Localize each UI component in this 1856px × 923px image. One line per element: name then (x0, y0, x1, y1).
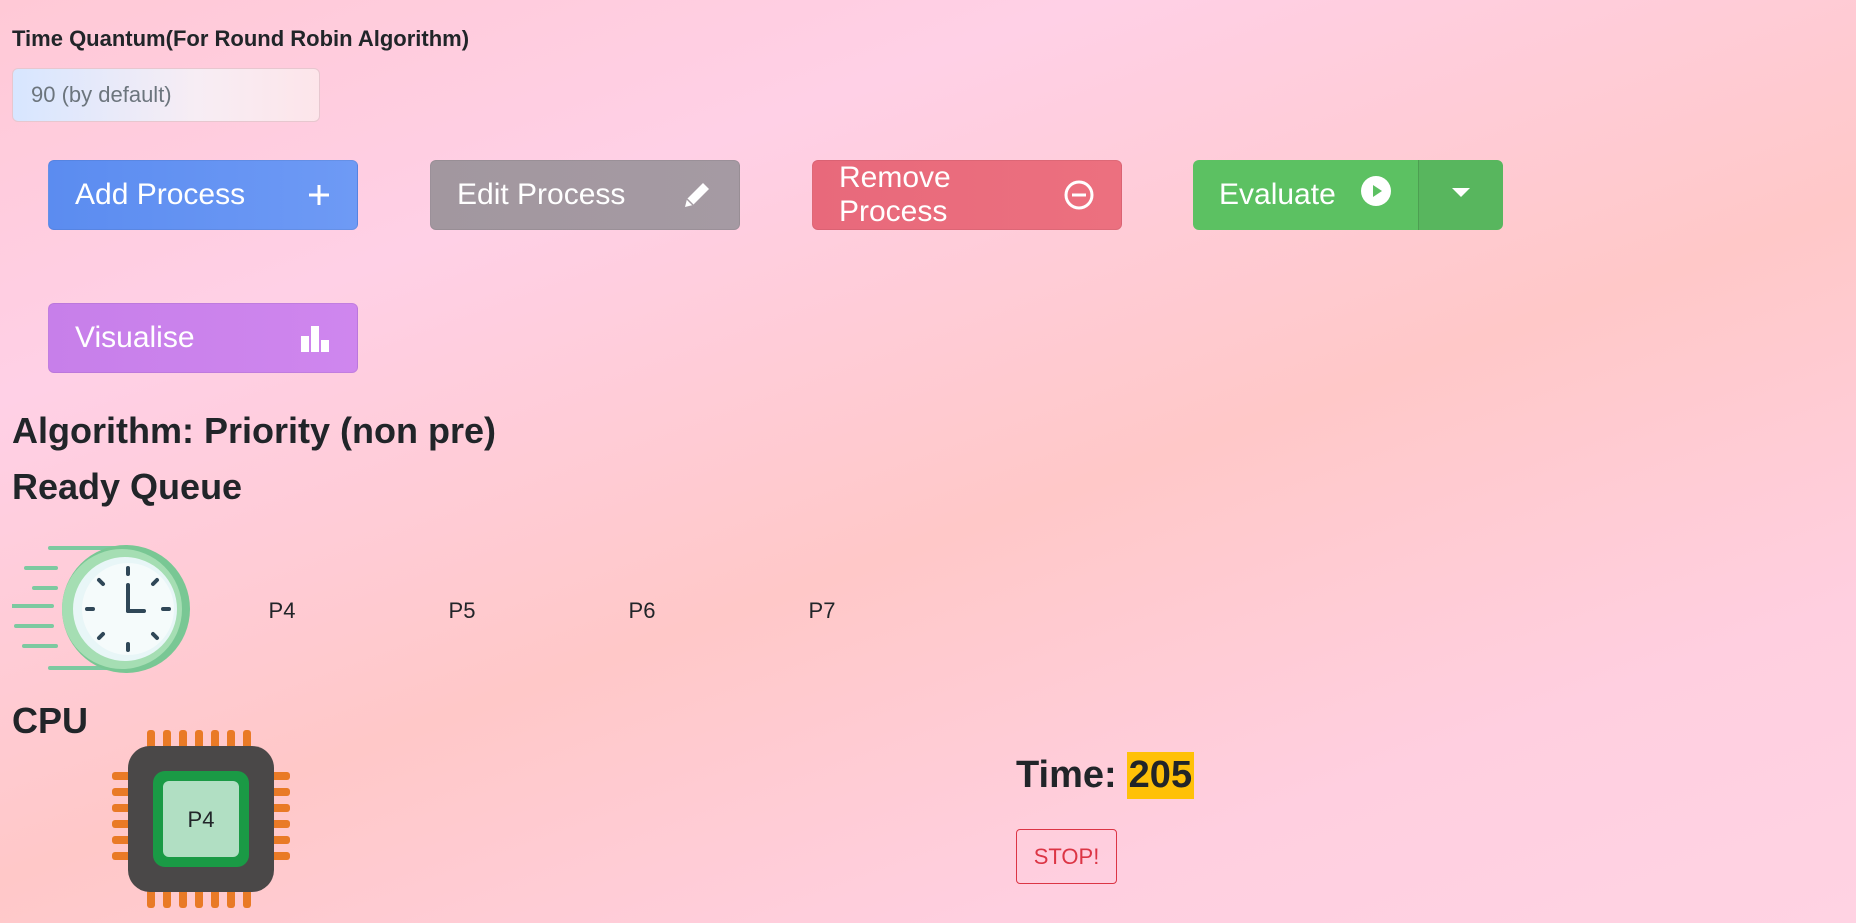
queue-item-p6: P6 (628, 598, 656, 623)
add-process-button[interactable]: Add Process (48, 160, 358, 230)
time-display: Time: 205 (1016, 752, 1195, 799)
queue-item-p4: P4 (268, 598, 296, 623)
fast-clock-icon (10, 542, 194, 681)
add-process-label: Add Process (75, 178, 246, 211)
queue-item-p5: P5 (448, 598, 476, 623)
time-quantum-label: Time Quantum(For Round Robin Algorithm) (12, 26, 470, 51)
stop-button[interactable]: STOP! (1016, 829, 1117, 884)
visualise-button[interactable]: Visualise (48, 303, 358, 373)
algorithm-heading: Algorithm: Priority (non pre) (12, 410, 496, 451)
queue-item-p7: P7 (808, 598, 836, 623)
bar-chart-icon (299, 322, 331, 354)
cpu-chip-icon: P4 (110, 728, 292, 915)
remove-process-button[interactable]: Remove Process (812, 160, 1122, 230)
cpu-current-process: P4 (188, 807, 215, 832)
plus-icon (307, 183, 331, 207)
evaluate-dropdown-toggle[interactable] (1418, 160, 1503, 230)
time-value: 205 (1126, 752, 1195, 799)
edit-process-button[interactable]: Edit Process (430, 160, 740, 230)
cpu-heading: CPU (12, 700, 89, 741)
pencil-icon (681, 179, 713, 211)
minus-circle-icon (1063, 179, 1095, 211)
caret-down-icon (1451, 186, 1471, 204)
play-circle-icon (1360, 175, 1392, 215)
remove-process-label: Remove Process (839, 161, 951, 228)
time-quantum-input[interactable] (12, 68, 320, 122)
evaluate-button-group: Evaluate (1193, 160, 1503, 230)
edit-process-label: Edit Process (457, 178, 626, 211)
time-label: Time: (1016, 754, 1117, 796)
ready-queue-heading: Ready Queue (12, 466, 243, 507)
evaluate-label: Evaluate (1219, 178, 1336, 211)
evaluate-button[interactable]: Evaluate (1193, 160, 1418, 230)
visualise-label: Visualise (75, 321, 195, 354)
